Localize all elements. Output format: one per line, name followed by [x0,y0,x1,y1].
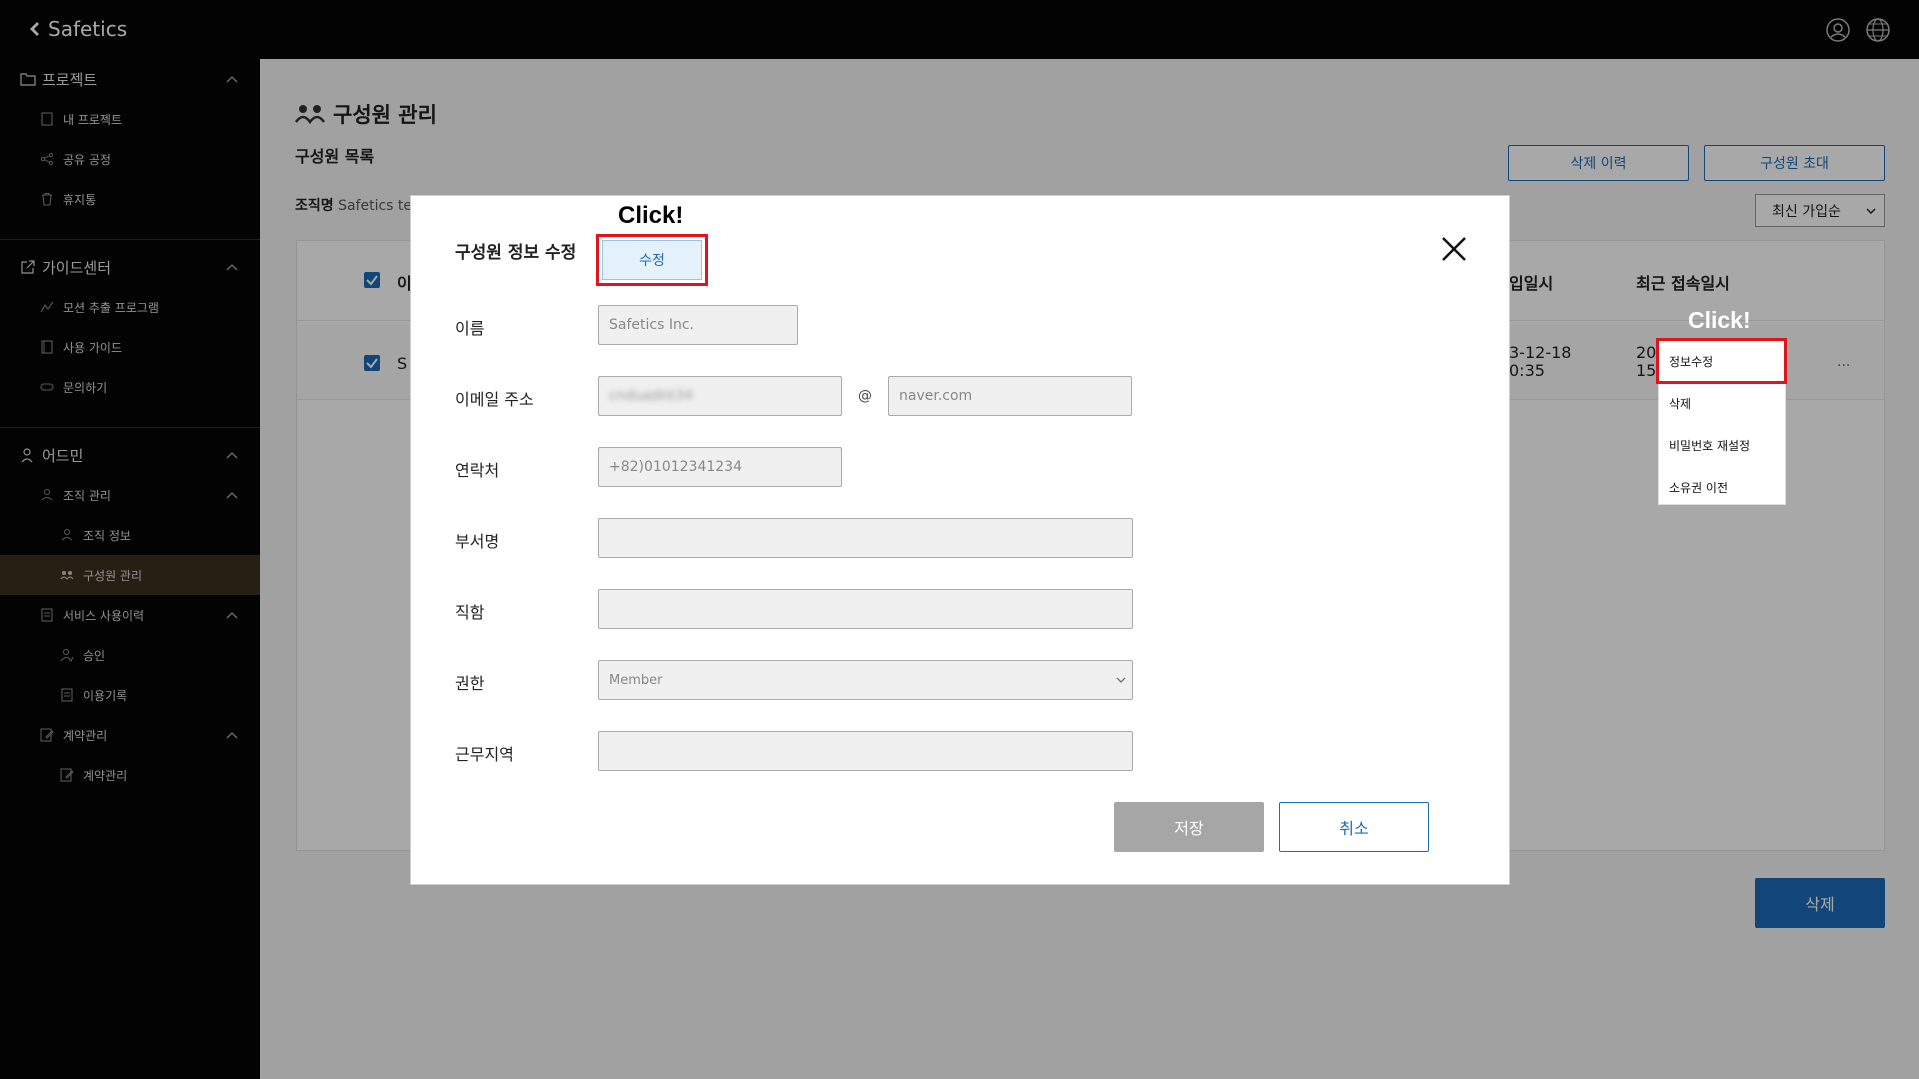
phone-input[interactable]: +82)01012341234 [598,447,842,487]
name-input[interactable]: Safetics Inc. [598,305,798,345]
email-local-value: cnduadnt34 [609,388,693,404]
department-label: 부서명 [455,532,500,551]
region-label: 근무지역 [455,745,514,764]
close-icon[interactable] [1441,236,1467,262]
position-input[interactable] [598,589,1133,629]
click-annotation: Click! [1688,307,1751,333]
highlight-box [1656,338,1787,384]
cancel-button[interactable]: 취소 [1279,802,1429,852]
role-select-value: Member [609,672,663,688]
email-local-input[interactable]: cnduadnt34 [598,376,842,416]
phone-label: 연락처 [455,461,500,480]
email-label: 이메일 주소 [455,390,534,409]
edit-button[interactable]: 수정 [602,240,702,280]
menu-item-delete[interactable]: 삭제 [1659,383,1787,423]
save-button[interactable]: 저장 [1114,802,1264,852]
edit-member-modal: 구성원 정보 수정 Click! 수정 이름 Safetics Inc. 이메일… [410,195,1510,885]
email-domain-input[interactable]: naver.com [888,376,1132,416]
role-select[interactable]: Member [598,660,1133,700]
region-input[interactable] [598,731,1133,771]
menu-item-transfer-ownership[interactable]: 소유권 이전 [1659,467,1787,507]
name-label: 이름 [455,319,485,338]
menu-item-reset-password[interactable]: 비밀번호 재설정 [1659,425,1787,465]
chevron-down-icon [1116,677,1126,683]
modal-title: 구성원 정보 수정 [455,243,577,263]
role-label: 권한 [455,674,485,693]
position-label: 직함 [455,603,485,622]
department-input[interactable] [598,518,1133,558]
click-annotation: Click! [618,202,684,229]
highlight-box: 수정 [596,234,708,286]
email-at-sign: @ [858,388,872,404]
